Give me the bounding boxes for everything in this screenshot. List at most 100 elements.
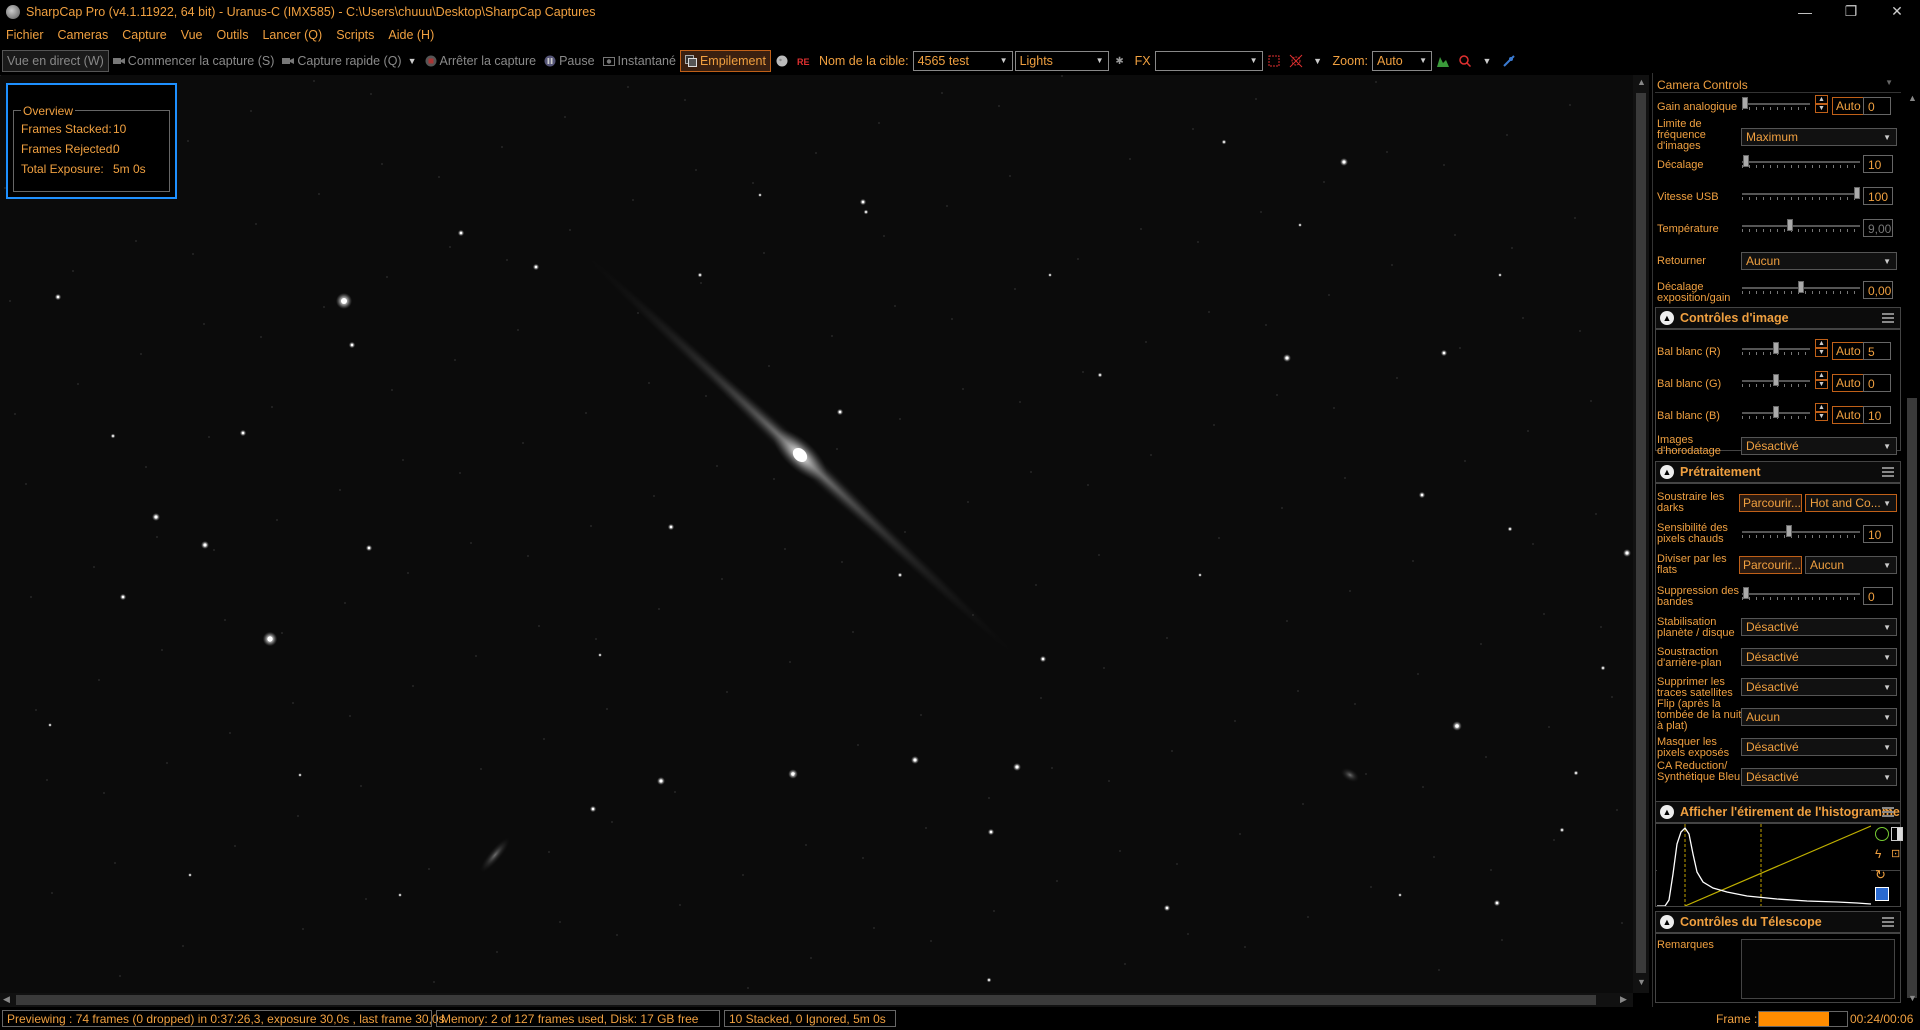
scroll-up-icon[interactable]: ▲ [1908,93,1917,103]
wb-g-value[interactable]: 0 [1863,374,1891,392]
stabilization-select[interactable]: Désactivé ▼ [1741,618,1897,636]
camera-controls-header[interactable]: Camera Controls ▼ [1655,75,1901,93]
gain-slider[interactable] [1742,97,1810,111]
spin-up-icon[interactable]: ▲ [1815,403,1828,412]
image-viewport[interactable]: Overview Frames Stacked: 10 Frames Rejec… [0,75,1633,993]
spin-down-icon[interactable]: ▼ [1815,104,1828,113]
snapshot-button[interactable]: Instantané [599,50,680,72]
notes-textarea[interactable] [1741,939,1895,999]
chevron-down-icon[interactable]: ▼ [1311,54,1325,68]
start-capture-button[interactable]: Commencer la capture (S) [109,50,279,72]
scroll-down-icon[interactable]: ▼ [1908,993,1917,1003]
scroll-left-icon[interactable]: ◀ [3,994,10,1005]
flats-select[interactable]: Aucun ▼ [1805,556,1897,574]
quick-capture-button[interactable]: Capture rapide (Q) ▼ [278,50,420,72]
frame-type-select[interactable]: Lights ▼ [1014,51,1109,71]
spin-up-icon[interactable]: ▲ [1815,371,1828,380]
wb-r-slider[interactable] [1742,342,1810,356]
mask-select[interactable]: Désactivé ▼ [1741,738,1897,756]
pause-button[interactable]: Pause [540,50,598,72]
menu-aide[interactable]: Aide (H) [388,28,434,42]
menu-scripts[interactable]: Scripts [336,28,374,42]
chevron-down-icon[interactable]: ▼ [1480,54,1494,68]
save-icon[interactable] [1875,887,1889,901]
menu-lancer[interactable]: Lancer (Q) [262,28,322,42]
crosshair-icon[interactable] [1289,54,1303,68]
restore-button[interactable]: ❐ [1828,0,1874,23]
gain-value[interactable]: 0 [1863,97,1891,115]
fx-select[interactable]: ▼ [1154,51,1263,71]
controls-panel-scrollbar[interactable]: ▲ ▼ [1904,73,1920,1007]
hot-pixels-value[interactable]: 10 [1863,525,1893,543]
wb-g-auto-button[interactable]: Auto [1832,374,1865,392]
wb-r-auto-button[interactable]: Auto [1832,342,1865,360]
stacking-button[interactable]: Empilement [679,50,771,72]
flip-select[interactable]: Aucun ▼ [1741,252,1897,270]
live-view-button[interactable]: Vue en direct (W) [2,50,109,72]
menu-capture[interactable]: Capture [122,28,166,42]
lock-icon[interactable]: ⊡ [1891,847,1900,860]
menu-icon[interactable] [1882,467,1894,477]
collapse-icon[interactable]: ▲ [1660,311,1674,325]
offset-value[interactable]: 10 [1863,155,1893,173]
menu-fichier[interactable]: Fichier [6,28,44,42]
wb-b-spinner[interactable]: ▲ ▼ [1815,403,1828,421]
telescope-header[interactable]: ▲ Contrôles du Télescope [1655,911,1901,933]
spin-down-icon[interactable]: ▼ [1815,412,1828,421]
minimize-button[interactable]: — [1782,0,1828,23]
frame-rate-select[interactable]: Maximum ▼ [1741,128,1897,146]
flip-night-select[interactable]: Aucun ▼ [1741,708,1897,726]
viewport-horizontal-scrollbar[interactable]: ◀ ▶ [0,993,1633,1007]
menu-outils[interactable]: Outils [217,28,249,42]
wb-b-slider[interactable] [1742,406,1810,420]
scroll-right-icon[interactable]: ▶ [1620,994,1627,1005]
timestamp-select[interactable]: Désactivé ▼ [1741,437,1897,455]
spin-up-icon[interactable]: ▲ [1815,95,1828,104]
gain-auto-button[interactable]: Auto [1832,97,1865,115]
menu-icon[interactable] [1882,313,1894,323]
histogram-icon[interactable] [1436,54,1450,68]
expo-offset-value[interactable]: 0,00 [1863,281,1893,299]
satellite-select[interactable]: Désactivé ▼ [1741,678,1897,696]
target-name-select[interactable]: 4565 test ▼ [912,51,1013,71]
polar-align-icon[interactable] [1502,54,1516,68]
usb-speed-value[interactable]: 100 [1863,187,1893,205]
collapse-icon[interactable]: ▲ [1660,805,1674,819]
histogram-header[interactable]: ▲ Afficher l'étirement de l'histogramme [1655,801,1901,823]
usb-speed-slider[interactable] [1742,187,1860,201]
stop-capture-button[interactable]: Arrêter la capture [421,50,541,72]
wb-b-auto-button[interactable]: Auto [1832,406,1865,424]
gain-spinner[interactable]: ▲ ▼ [1815,95,1828,113]
image-controls-header[interactable]: ▲ Contrôles d'image [1655,307,1901,329]
wb-g-spinner[interactable]: ▲ ▼ [1815,371,1828,389]
reset-icon[interactable]: ↻ [1875,867,1886,883]
scroll-up-icon[interactable]: ▲ [1637,77,1646,87]
darks-browse-button[interactable]: Parcourir... [1739,494,1802,512]
moon-icon[interactable] [775,54,789,68]
scroll-thumb[interactable] [1907,398,1917,998]
wb-r-spinner[interactable]: ▲ ▼ [1815,339,1828,357]
ca-select[interactable]: Désactivé ▼ [1741,768,1897,786]
preprocessing-header[interactable]: ▲ Prétraitement [1655,461,1901,483]
histogram-chart[interactable] [1657,824,1871,906]
banding-slider[interactable] [1742,587,1860,601]
darks-mode-select[interactable]: Hot and Co... ▼ [1805,494,1897,512]
selection-rect-icon[interactable] [1267,54,1281,68]
offset-slider[interactable] [1742,155,1860,169]
lightning-icon[interactable]: ϟ [1875,847,1881,861]
menu-icon[interactable] [1882,807,1894,817]
viewport-vertical-scrollbar[interactable]: ▲ ▼ [1633,75,1649,993]
focus-assist-icon[interactable] [1458,54,1472,68]
collapse-icon[interactable]: ▲ [1660,465,1674,479]
auto-stretch-icon[interactable] [1875,827,1889,841]
collapse-icon[interactable]: ▲ [1660,915,1674,929]
menu-cameras[interactable]: Cameras [58,28,109,42]
wb-b-value[interactable]: 10 [1863,406,1891,424]
scroll-down-icon[interactable]: ▼ [1637,977,1646,987]
chevron-down-icon[interactable]: ▼ [408,56,417,66]
expo-offset-slider[interactable] [1742,281,1860,295]
menu-vue[interactable]: Vue [181,28,203,42]
contrast-icon[interactable] [1891,827,1903,841]
hot-pixels-slider[interactable] [1742,525,1860,539]
bg-sub-select[interactable]: Désactivé ▼ [1741,648,1897,666]
